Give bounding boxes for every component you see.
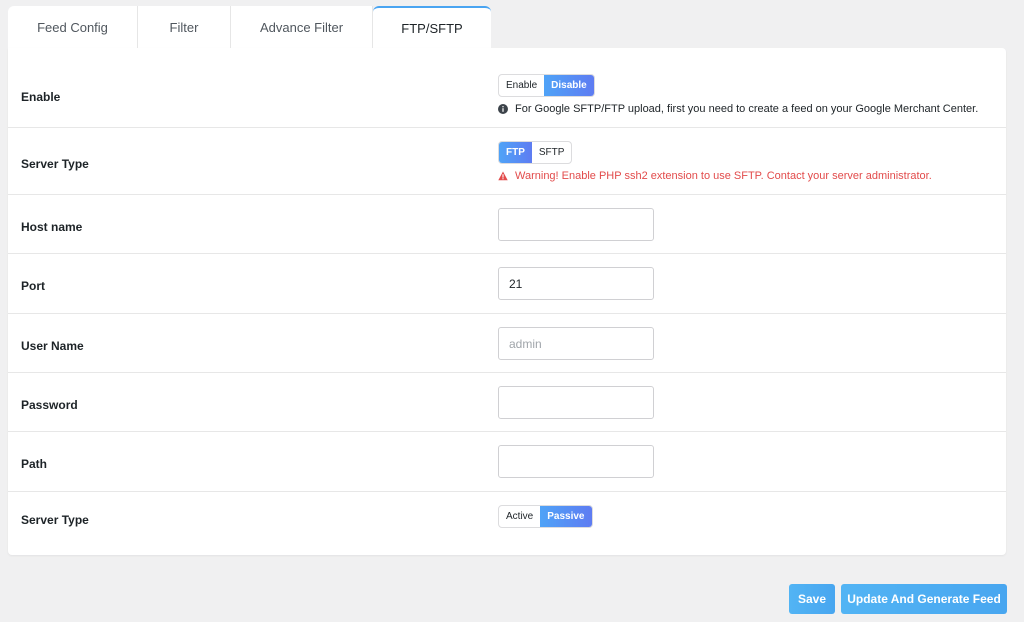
mode-row: Server Type Active Passive <box>8 492 1006 555</box>
disable-option[interactable]: Disable <box>544 75 594 96</box>
username-label: User Name <box>21 339 84 353</box>
username-input[interactable] <box>498 327 654 360</box>
path-input[interactable] <box>498 445 654 478</box>
enable-label: Enable <box>21 90 61 104</box>
enable-toggle: Enable Disable <box>498 74 595 97</box>
mode-toggle: Active Passive <box>498 505 593 528</box>
server-type-toggle: FTP SFTP <box>498 141 573 164</box>
host-input[interactable] <box>498 208 654 241</box>
enable-note-text: For Google SFTP/FTP upload, first you ne… <box>515 103 979 115</box>
port-row: Port <box>8 254 1006 314</box>
host-label: Host name <box>21 220 83 234</box>
sftp-option[interactable]: SFTP <box>532 142 572 163</box>
username-row: User Name <box>8 314 1006 373</box>
enable-note: For Google SFTP/FTP upload, first you ne… <box>498 103 978 115</box>
enable-option[interactable]: Enable <box>499 75 544 96</box>
ftp-option[interactable]: FTP <box>499 142 532 163</box>
server-type-label: Server Type <box>21 157 89 171</box>
port-input[interactable] <box>498 267 654 300</box>
tab-feed-config[interactable]: Feed Config <box>8 6 138 48</box>
tab-ftp-sftp[interactable]: FTP/SFTP <box>373 6 491 48</box>
password-label: Password <box>21 398 78 412</box>
warning-triangle-icon <box>498 171 508 181</box>
host-row: Host name <box>8 195 1006 254</box>
info-circle-icon <box>498 104 508 114</box>
tab-filter[interactable]: Filter <box>138 6 231 48</box>
save-button[interactable]: Save <box>789 584 835 614</box>
port-label: Port <box>21 279 45 293</box>
ftp-settings-panel: Enable Enable Disable For Google SFTP/FT… <box>8 48 1006 555</box>
active-option[interactable]: Active <box>499 506 540 527</box>
passive-option[interactable]: Passive <box>540 506 592 527</box>
path-row: Path <box>8 432 1006 492</box>
password-input[interactable] <box>498 386 654 419</box>
enable-row: Enable Enable Disable For Google SFTP/FT… <box>8 48 1006 128</box>
sftp-warning: Warning! Enable PHP ssh2 extension to us… <box>498 170 932 182</box>
mode-label: Server Type <box>21 513 89 527</box>
server-type-row: Server Type FTP SFTP Warning! Enable PHP… <box>8 128 1006 195</box>
update-generate-feed-button[interactable]: Update And Generate Feed <box>841 584 1007 614</box>
tab-advance-filter[interactable]: Advance Filter <box>231 6 373 48</box>
sftp-warning-text: Warning! Enable PHP ssh2 extension to us… <box>515 170 932 182</box>
password-row: Password <box>8 373 1006 432</box>
path-label: Path <box>21 457 48 471</box>
tab-bar: Feed Config Filter Advance Filter FTP/SF… <box>8 6 491 48</box>
